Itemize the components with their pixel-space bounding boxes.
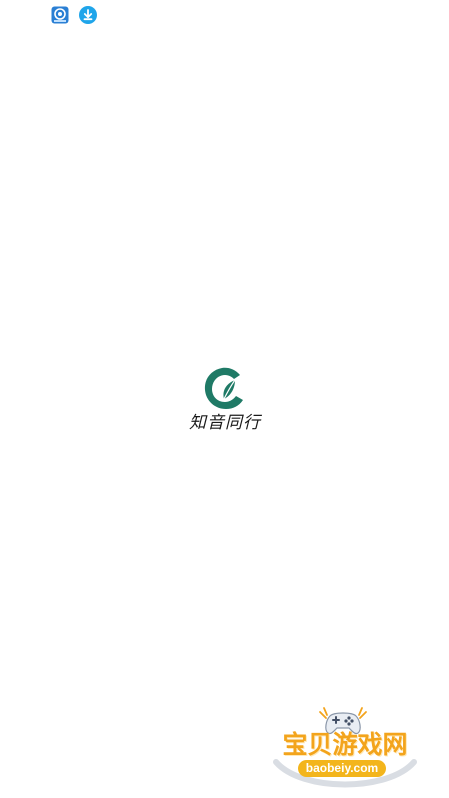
download-icon (79, 6, 97, 24)
app-notification-icon (51, 6, 69, 24)
brand-name: 知音同行 (189, 413, 261, 433)
brand-logo-icon (202, 365, 248, 411)
splash-logo: 知音同行 (181, 363, 269, 435)
watermark-site-name: 宝贝游戏网 (282, 731, 408, 759)
watermark: 宝贝游戏网 baobeiy.com (270, 700, 420, 796)
status-bar (0, 0, 449, 30)
watermark-url: baobeiy.com (298, 760, 386, 777)
